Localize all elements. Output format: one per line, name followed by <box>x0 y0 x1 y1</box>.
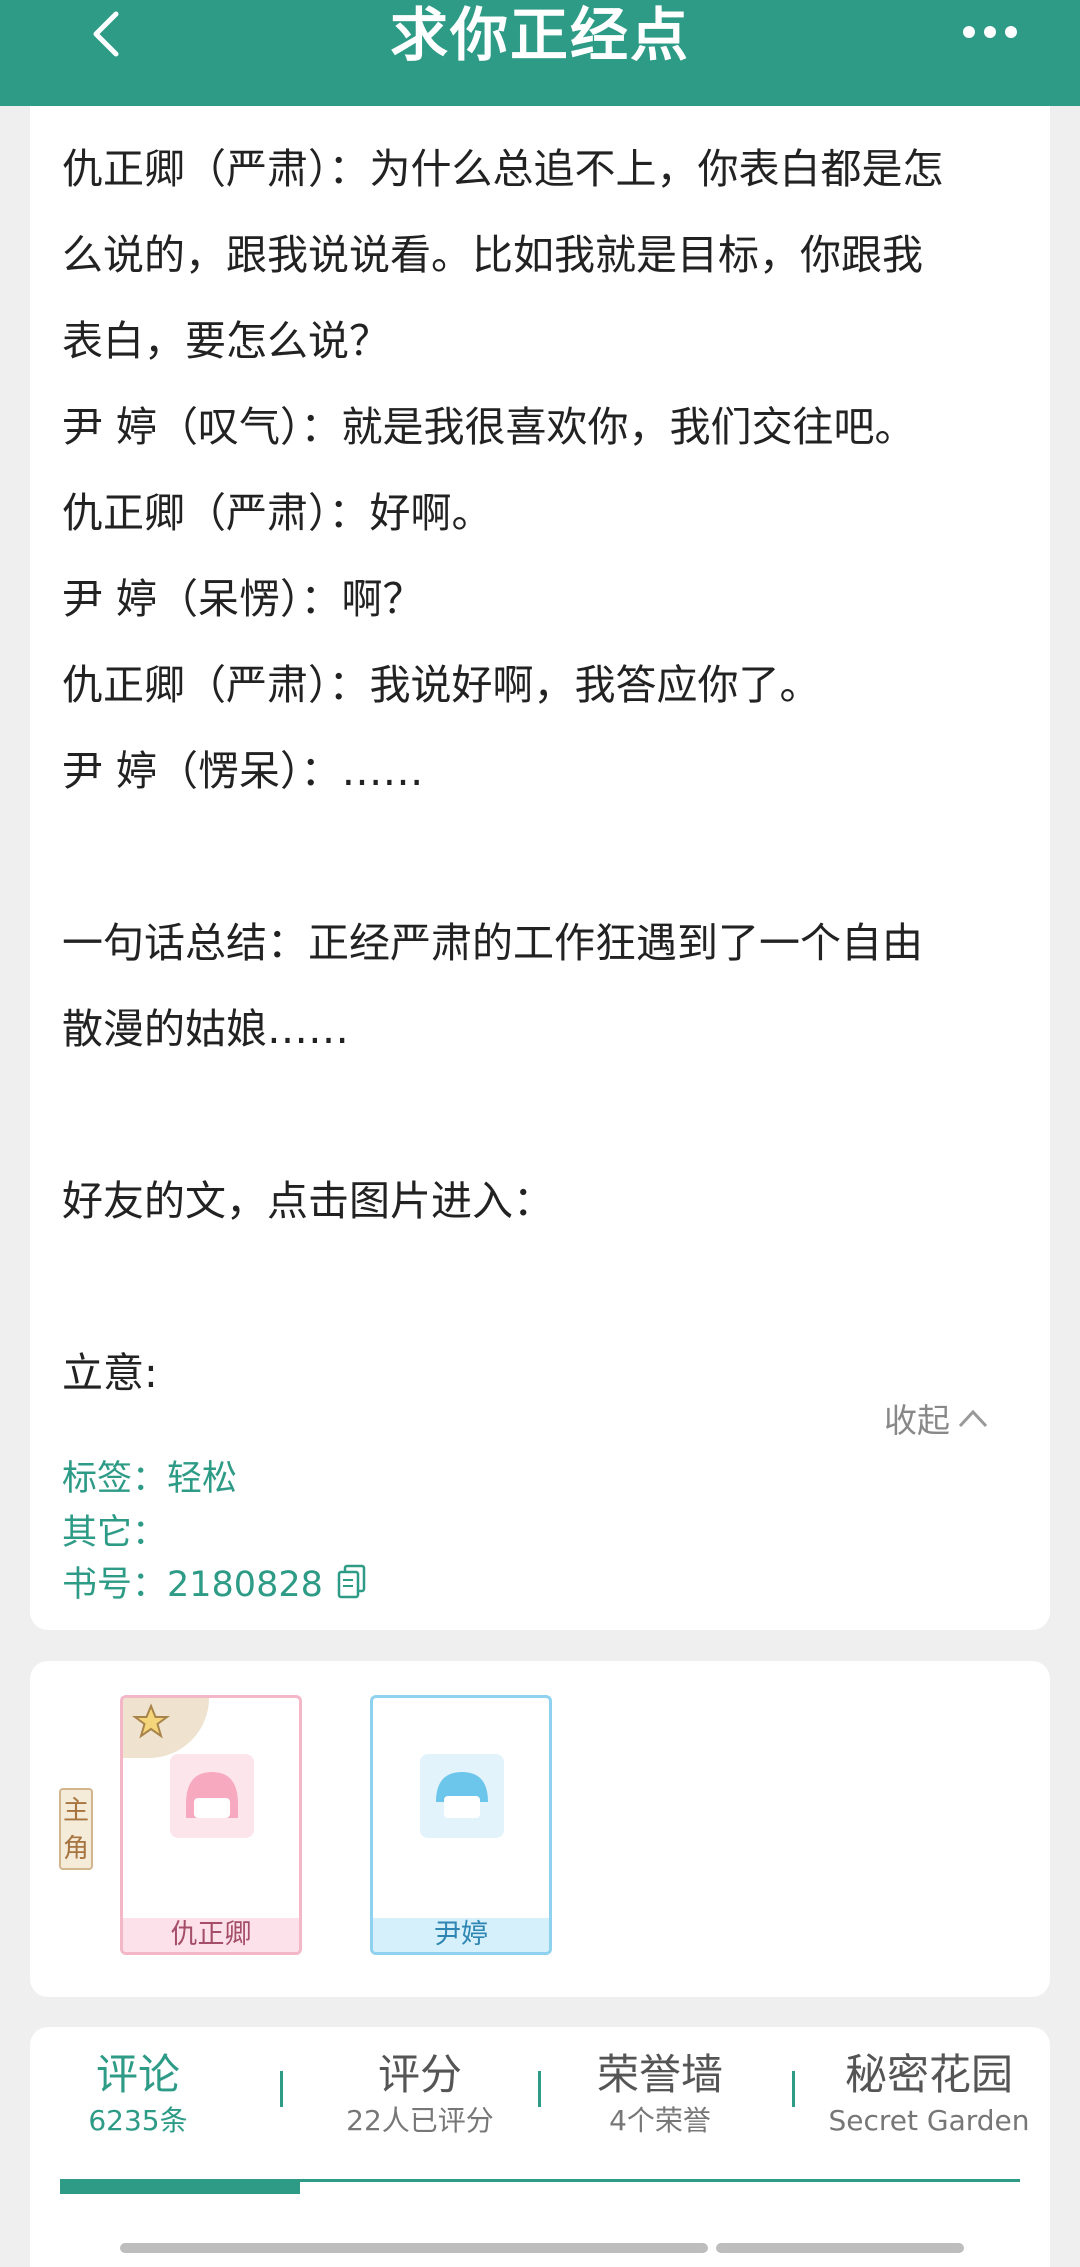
intro-card: 仇正卿（严肃）：为什么总追不上，你表白都是怎 么说的，跟我说说看。比如我就是目标… <box>30 106 1050 1630</box>
intro-text: 仇正卿（严肃）：为什么总追不上，你表白都是怎 么说的，跟我说说看。比如我就是目标… <box>62 126 1022 1416</box>
tab-label: 秘密花园 <box>844 2050 1013 2099</box>
intro-line: 仇正卿（严肃）：我说好啊，我答应你了。 <box>62 661 821 709</box>
tab-comments[interactable]: 评论 6235条 <box>68 2049 208 2141</box>
tab-label: 评论 <box>95 2050 180 2099</box>
tab-ratings[interactable]: 评分 22人已评分 <box>320 2049 520 2141</box>
star-icon <box>131 1703 171 1739</box>
intro-line: 立意: <box>62 1349 158 1397</box>
intro-line: 尹 婷（叹气）：就是我很喜欢你，我们交往吧。 <box>62 403 916 451</box>
copy-icon[interactable] <box>337 1564 367 1600</box>
intro-line: 表白，要怎么说？ <box>62 317 390 365</box>
book-number: 书号：2180828 <box>62 1556 367 1607</box>
character-card[interactable]: 仇正卿 <box>120 1695 302 1955</box>
intro-line: 么说的，跟我说说看。比如我就是目标，你跟我 <box>62 231 923 279</box>
intro-line: 尹 婷（愣呆）：…… <box>62 747 424 795</box>
avatar <box>420 1754 504 1838</box>
character-card[interactable]: 尹婷 <box>370 1695 552 1955</box>
intro-line: 散漫的姑娘…… <box>62 1005 349 1053</box>
book-number-label: 书号：2180828 <box>62 1565 323 1605</box>
star-corner <box>123 1698 209 1758</box>
tab-secret-garden[interactable]: 秘密花园 Secret Garden <box>814 2049 1044 2141</box>
tab-sub: Secret Garden <box>828 2104 1030 2137</box>
more-dots-icon <box>963 26 1017 38</box>
intro-line <box>62 1072 1022 1158</box>
character-name: 仇正卿 <box>123 1918 299 1952</box>
page-title: 求你正经点 <box>389 1 690 69</box>
collapse-button[interactable]: 收起 <box>884 1394 990 1442</box>
female-avatar-icon <box>186 1772 238 1818</box>
intro-line: 一句话总结：正经严肃的工作狂遇到了一个自由 <box>62 919 923 967</box>
character-name: 尹婷 <box>373 1918 549 1952</box>
other-label: 其它： <box>62 1513 168 1553</box>
avatar <box>170 1754 254 1838</box>
tab-sub: 4个荣誉 <box>609 2104 711 2137</box>
tab-separator <box>538 2071 541 2107</box>
intro-line <box>62 814 1022 900</box>
tags-label[interactable]: 标签：轻松 <box>62 1450 237 1501</box>
content-preview-bar <box>716 2243 964 2253</box>
role-tag: 主角 <box>59 1788 93 1870</box>
intro-line-link[interactable]: 好友的文，点击图片进入： <box>62 1158 1022 1244</box>
intro-line <box>62 1244 1022 1330</box>
tabs-card: 评论 6235条 评分 22人已评分 荣誉墙 4个荣誉 秘密花园 Secret … <box>30 2027 1050 2267</box>
tab-separator <box>280 2071 283 2107</box>
tab-label: 评分 <box>377 2050 462 2099</box>
male-avatar-icon <box>436 1772 488 1818</box>
content-preview-bar <box>120 2243 708 2253</box>
tab-label: 荣誉墙 <box>596 2050 723 2099</box>
tab-honor-wall[interactable]: 荣誉墙 4个荣誉 <box>570 2049 750 2141</box>
intro-line: 仇正卿（严肃）：为什么总追不上，你表白都是怎 <box>62 145 944 193</box>
collapse-label: 收起 <box>884 1401 950 1440</box>
intro-line: 仇正卿（严肃）：好啊。 <box>62 489 493 537</box>
intro-line: 尹 婷（呆愣）：啊？ <box>62 575 424 623</box>
tab-separator <box>792 2071 795 2107</box>
characters-card: 主角 仇正卿 尹婷 <box>30 1661 1050 1997</box>
tab-sub: 6235条 <box>88 2104 188 2137</box>
more-button[interactable] <box>955 12 1025 52</box>
chevron-up-icon <box>958 1409 988 1428</box>
top-bar: 求你正经点 <box>0 0 1080 106</box>
tab-sub: 22人已评分 <box>346 2104 494 2137</box>
tab-active-indicator <box>60 2180 300 2194</box>
